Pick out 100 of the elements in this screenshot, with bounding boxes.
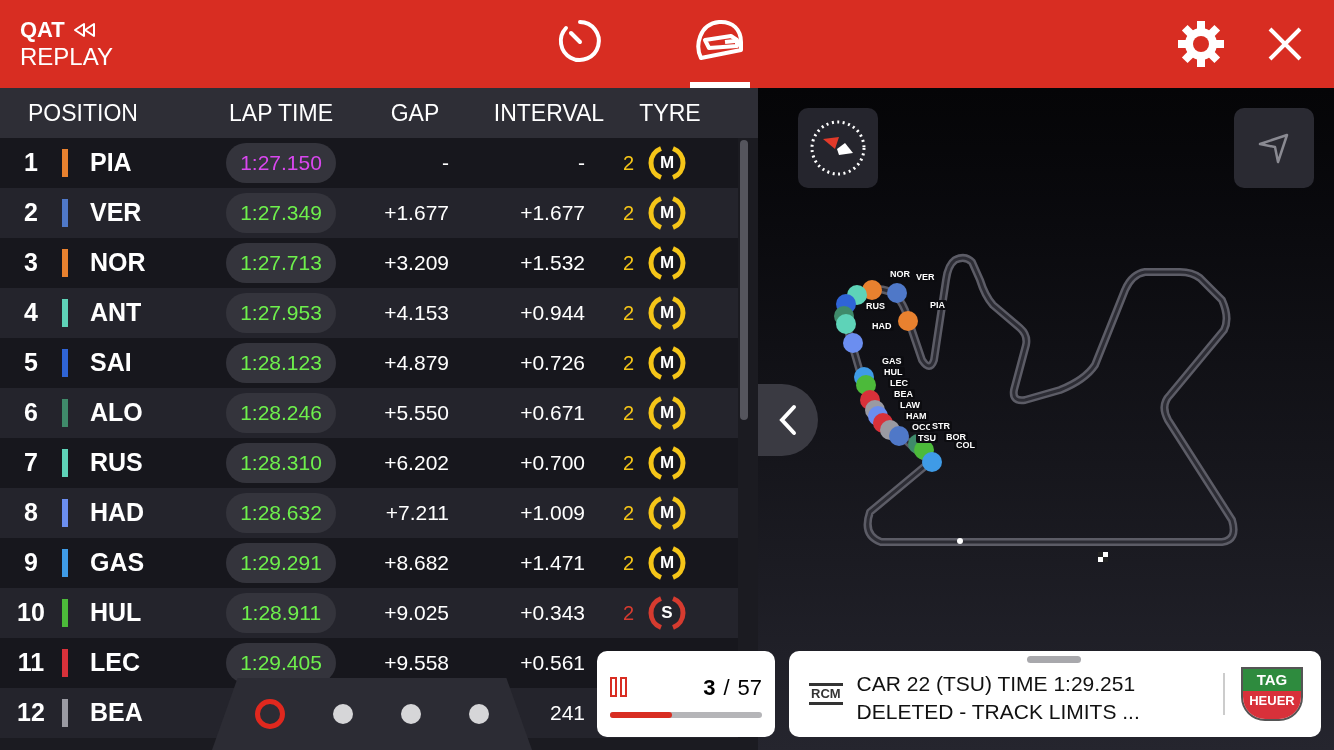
driver-code: LEC [90, 647, 141, 679]
interval-value: +0.343 [520, 601, 585, 625]
driver-code: GAS [90, 547, 146, 579]
car-label: VER [914, 272, 937, 282]
car-label: PIA [928, 300, 947, 310]
lap-time: 1:28.246 [226, 393, 336, 433]
driver-code: NOR [90, 247, 147, 279]
tyre-compound: M [648, 494, 686, 532]
car-label: RUS [864, 301, 887, 311]
position-number: 9 [23, 547, 39, 579]
column-header: POSITION [27, 98, 139, 128]
lap-time: 1:27.150 [226, 143, 336, 183]
position-number: 8 [23, 497, 39, 529]
tyre-laps: 2 [621, 601, 634, 626]
position-number: 1 [23, 147, 39, 179]
gap-value: - [442, 151, 449, 175]
car-label: TSU [916, 433, 938, 443]
tyre-compound: M [648, 294, 686, 332]
car-label: COL [954, 440, 977, 450]
gap-value: +8.682 [384, 551, 449, 575]
rcm-badge: RCM [809, 683, 843, 705]
car-label: HAM [904, 411, 929, 421]
gap-value: +4.879 [384, 351, 449, 375]
tyre-compound: M [648, 394, 686, 432]
position-number: 2 [23, 197, 39, 229]
position-number: 7 [23, 447, 39, 479]
interval-value: +1.677 [520, 201, 585, 225]
interval-value: +0.726 [520, 351, 585, 375]
lap-time: 1:28.632 [226, 493, 336, 533]
car-label: LEC [888, 378, 910, 388]
gap-value: +3.209 [384, 251, 449, 275]
car-label: NOR [888, 269, 912, 279]
car-label: STR [930, 421, 952, 431]
column-header: TYRE [638, 98, 702, 128]
tyre-compound: M [648, 444, 686, 482]
driver-code: SAI [90, 347, 133, 379]
lap-time: 1:27.349 [226, 193, 336, 233]
gap-value: +4.153 [384, 301, 449, 325]
interval-value: +0.944 [520, 301, 585, 325]
driver-code: ALO [90, 397, 144, 429]
position-number: 12 [16, 697, 46, 729]
tyre-laps: 2 [621, 501, 634, 526]
gap-value: +9.558 [384, 651, 449, 675]
tyre-compound: M [648, 194, 686, 232]
column-header: INTERVAL [492, 98, 606, 128]
position-number: 3 [23, 247, 39, 279]
tyre-laps: 2 [621, 351, 634, 376]
logo-text: HEUER [1243, 691, 1301, 719]
car-label: HUL [882, 367, 905, 377]
driver-code: PIA [90, 147, 133, 179]
car-label: HAD [870, 321, 894, 331]
gap-value: +7.211 [385, 501, 449, 525]
driver-code: ANT [90, 297, 143, 329]
lap-separator: / [723, 673, 730, 702]
tyre-compound: M [648, 344, 686, 382]
interval-value: +1.471 [520, 551, 585, 575]
column-header: GAP [389, 98, 441, 128]
tyre-compound: M [648, 244, 686, 282]
lap-time: 1:28.310 [226, 443, 336, 483]
driver-code: BEA [90, 697, 144, 729]
gap-value: +9.025 [384, 601, 449, 625]
total-laps: 57 [737, 673, 762, 702]
position-number: 4 [23, 297, 39, 329]
tyre-laps: 2 [621, 201, 634, 226]
column-header: LAP TIME [228, 98, 334, 128]
interval-value: +1.009 [520, 501, 585, 525]
logo-text: TAG [1243, 669, 1301, 691]
car-label: LAW [898, 400, 922, 410]
current-lap: 3 [703, 673, 716, 702]
lap-time: 1:28.123 [226, 343, 336, 383]
driver-code: HUL [90, 597, 143, 629]
interval-value: 241 [549, 701, 585, 725]
interval-value: +1.532 [520, 251, 585, 275]
lap-time: 1:27.953 [226, 293, 336, 333]
tyre-laps: 2 [621, 301, 634, 326]
position-number: 6 [23, 397, 39, 429]
race-code: QAT [20, 19, 65, 41]
car-label: GAS [880, 356, 904, 366]
tyre-compound: M [648, 144, 686, 182]
interval-value: - [578, 151, 585, 175]
position-number: 10 [16, 597, 46, 629]
tyre-compound: M [648, 544, 686, 582]
lap-time: 1:29.291 [226, 543, 336, 583]
gap-value: +5.550 [384, 401, 449, 425]
gap-value: +1.677 [384, 201, 449, 225]
interval-value: +0.561 [520, 651, 585, 675]
message-line: DELETED - TRACK LIMITS ... [856, 699, 1140, 725]
tyre-compound: S [648, 594, 686, 632]
lap-time: 1:27.713 [226, 243, 336, 283]
replay-label: REPLAY [20, 45, 114, 69]
message-line: CAR 22 (TSU) TIME 1:29.251 [856, 671, 1136, 697]
interval-value: +0.700 [520, 451, 585, 475]
tyre-laps: 2 [621, 451, 634, 476]
interval-value: +0.671 [520, 401, 585, 425]
tyre-laps: 2 [621, 401, 634, 426]
tyre-laps: 2 [621, 151, 634, 176]
car-label: BEA [892, 389, 915, 399]
position-number: 5 [23, 347, 39, 379]
driver-code: VER [90, 197, 143, 229]
driver-code: HAD [90, 497, 146, 529]
